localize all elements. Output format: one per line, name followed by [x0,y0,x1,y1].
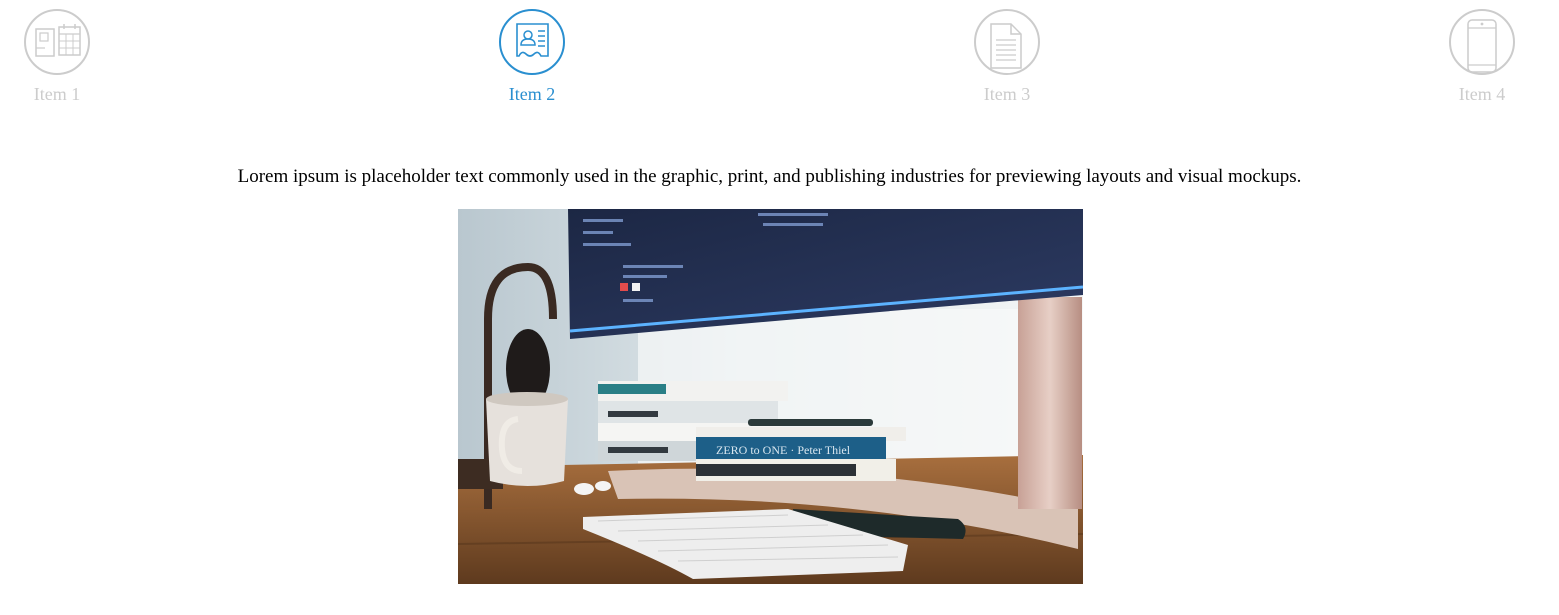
tab-navigation: Item 1 Item 2 Item 3 Item 4 [0,0,1559,110]
workspace-photo: ZERO to ONE · Peter Thiel [458,209,1083,584]
tab-item-3[interactable]: Item 3 [947,8,1067,108]
tab-label: Item 1 [33,84,81,104]
tab-item-4[interactable]: Item 4 [1422,8,1542,108]
tab-label: Item 2 [508,84,556,104]
id-card-icon [498,8,566,76]
cards-calendar-icon [23,8,91,76]
document-icon [973,8,1041,76]
tab-content-text: Lorem ipsum is placeholder text commonly… [237,166,1302,187]
tab-label: Item 3 [983,84,1031,104]
tab-item-2[interactable]: Item 2 [472,8,592,108]
tab-label: Item 4 [1458,84,1506,104]
mobile-phone-icon [1448,8,1516,76]
tab-item-1[interactable]: Item 1 [0,8,117,108]
svg-text:ZERO to ONE · Peter Thiel: ZERO to ONE · Peter Thiel [716,443,851,457]
